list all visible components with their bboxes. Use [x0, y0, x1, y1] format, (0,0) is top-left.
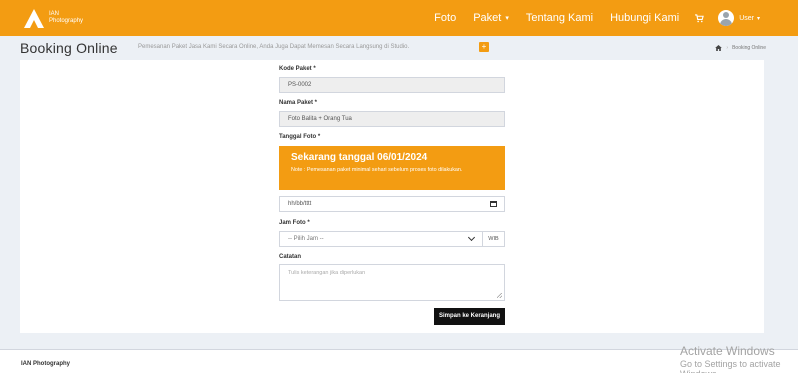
catatan-placeholder: Tulis keterangan jika diperlukan: [288, 270, 366, 276]
alert-note: Note : Pemesanan paket minimal sehari se…: [291, 167, 463, 173]
chevron-down-icon: [467, 233, 476, 242]
watermark-title: Activate Windows: [680, 344, 775, 358]
nav-label-hubungi-kami: Hubungi Kami: [610, 12, 680, 24]
kode-paket-label: Kode Paket *: [279, 66, 316, 72]
nav-item-hubungi-kami[interactable]: Hubungi Kami: [610, 12, 679, 24]
nav-item-tentang-kami[interactable]: Tentang Kami: [526, 12, 593, 24]
camera-logo-icon: [24, 9, 44, 28]
tanggal-foto-label: Tanggal Foto *: [279, 134, 321, 140]
nama-paket-field: Foto Balita + Orang Tua: [279, 111, 505, 127]
brand-line2: Photography: [49, 18, 84, 24]
catatan-label: Catatan: [279, 254, 302, 260]
jam-foto-select[interactable]: -- Pilih Jam --: [279, 231, 483, 247]
brand-line1: IAN: [49, 11, 60, 17]
user-label: User: [739, 14, 754, 22]
page-header: Booking Online Pemesanan Paket Jasa Kami…: [0, 36, 798, 60]
date-placeholder: hh/bb/tttt: [288, 201, 312, 207]
breadcrumb-current: Booking Online: [732, 45, 766, 51]
jam-foto-label: Jam Foto *: [279, 220, 310, 226]
brand[interactable]: IAN Photography: [22, 6, 83, 30]
chevron-down-icon: ▾: [505, 15, 509, 22]
breadcrumb-separator: ›: [726, 45, 729, 51]
avatar: [718, 10, 735, 26]
nav-item-paket[interactable]: Paket ▾: [473, 12, 509, 24]
booking-card: Kode Paket * PS-0002 Nama Paket * Foto B…: [20, 60, 764, 333]
top-navbar: IAN Photography Foto Paket ▾ Tentang Kam…: [0, 0, 798, 36]
date-input[interactable]: hh/bb/tttt: [279, 196, 505, 212]
chevron-down-icon: ▾: [756, 15, 760, 22]
nav-label-tentang-kami: Tentang Kami: [525, 12, 594, 24]
nav-menu: Foto Paket ▾ Tentang Kami Hubungi Kami U…: [417, 0, 760, 36]
resize-handle-icon[interactable]: [497, 293, 502, 298]
brand-text: IAN Photography: [49, 11, 83, 25]
nav-label-paket: Paket: [473, 12, 502, 24]
nav-item-foto[interactable]: Foto: [434, 12, 456, 24]
add-button[interactable]: +: [479, 42, 489, 52]
save-to-cart-button[interactable]: Simpan ke Keranjang: [434, 308, 505, 325]
page-title: Booking Online: [20, 40, 118, 56]
watermark-subtitle: Go to Settings to activate Windows.: [680, 359, 781, 373]
footer-text: IAN Photography: [21, 361, 70, 367]
activate-windows-watermark: Activate Windows Go to Settings to activ…: [680, 344, 798, 373]
kode-paket-field: PS-0002: [279, 77, 505, 93]
jam-foto-placeholder: -- Pilih Jam --: [288, 236, 324, 242]
nama-paket-label: Nama Paket *: [279, 100, 318, 106]
alert-title: Sekarang tanggal 06/01/2024: [291, 152, 428, 163]
catatan-textarea[interactable]: Tulis keterangan jika diperlukan: [279, 264, 505, 301]
footer: IAN Photography: [0, 349, 798, 373]
home-icon[interactable]: [715, 45, 723, 51]
shopping-cart-icon[interactable]: [695, 13, 705, 23]
date-alert: Sekarang tanggal 06/01/2024 Note : Pemes…: [279, 146, 505, 190]
breadcrumb: › Booking Online: [715, 45, 766, 51]
nav-label-foto: Foto: [434, 12, 457, 24]
calendar-icon[interactable]: [490, 201, 497, 207]
user-menu[interactable]: User ▾: [718, 10, 760, 26]
page-subtitle: Pemesanan Paket Jasa Kami Secara Online,…: [138, 44, 410, 50]
wib-addon: WIB: [483, 231, 505, 247]
